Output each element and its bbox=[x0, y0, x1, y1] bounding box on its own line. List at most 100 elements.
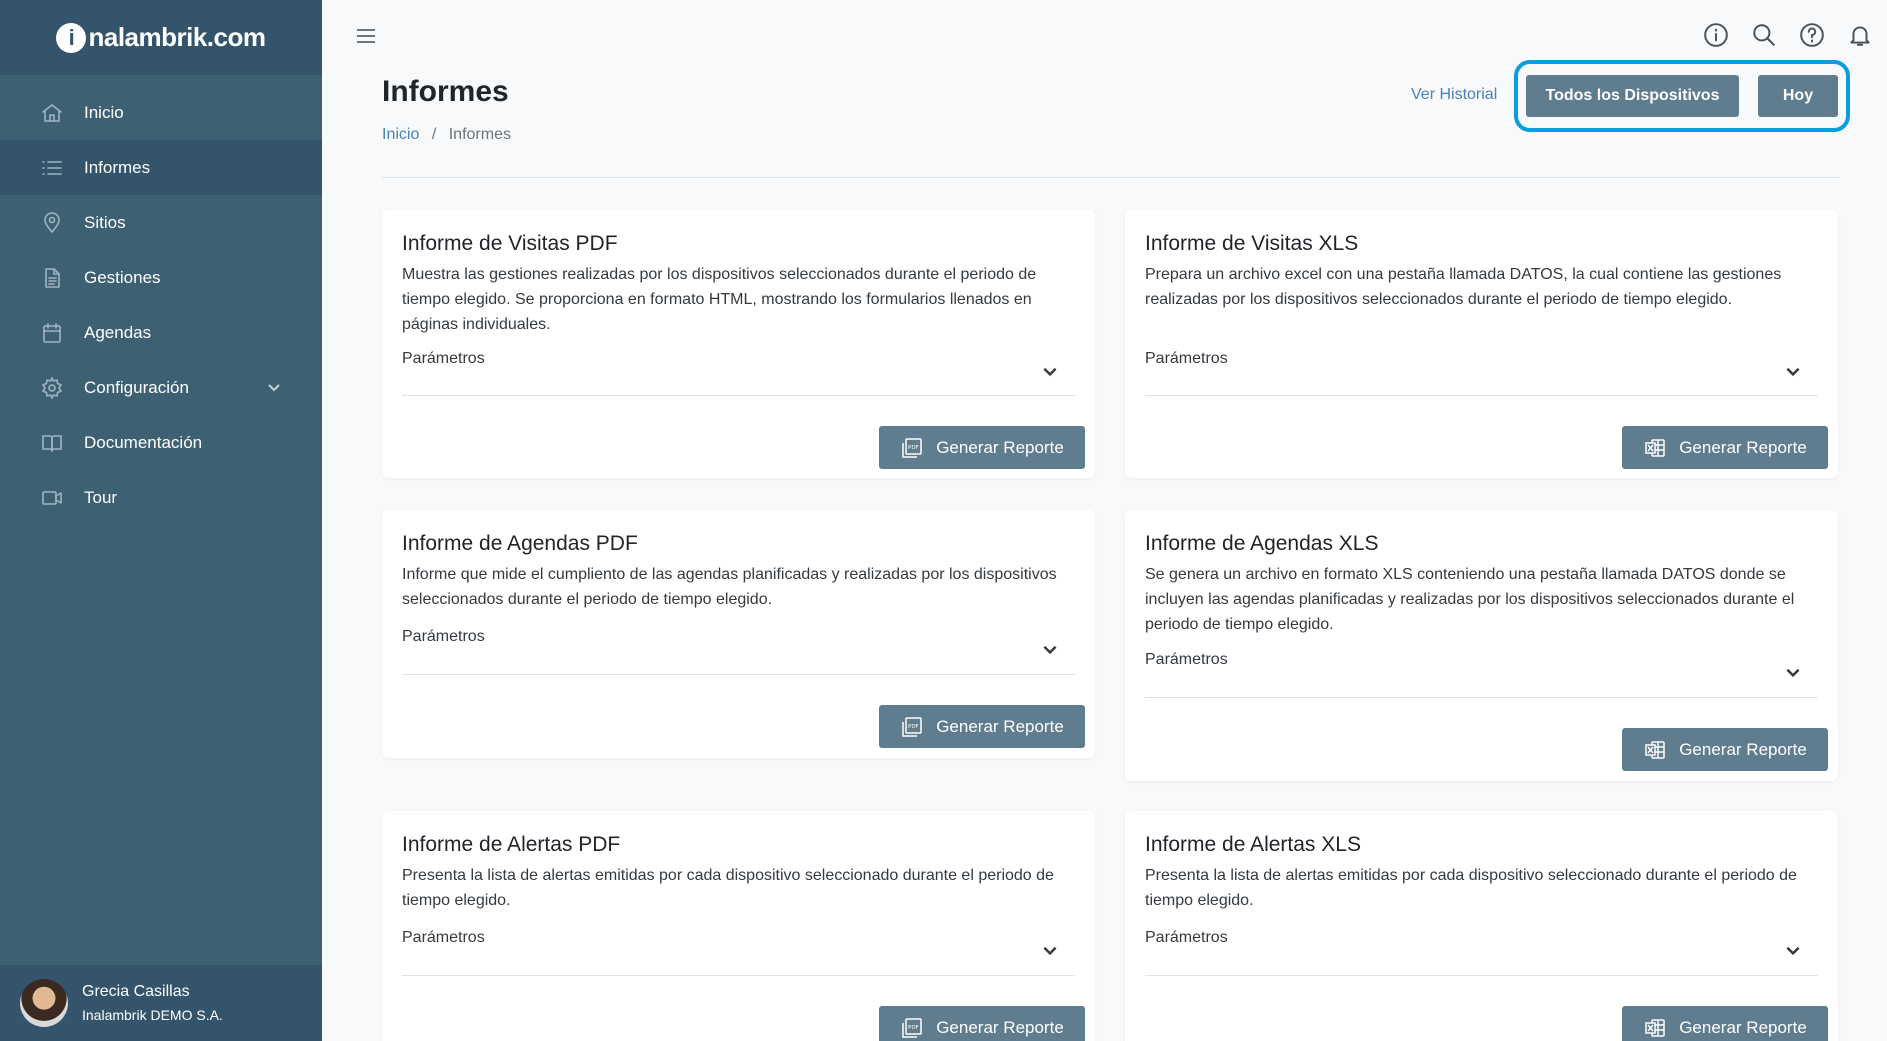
generate-report-button[interactable]: Generar Reporte bbox=[1622, 728, 1828, 771]
generate-report-label: Generar Reporte bbox=[1679, 437, 1807, 457]
sidebar-item-label: Sitios bbox=[84, 212, 126, 232]
sidebar-nav: Inicio Informes Sitios Gestiones Agendas… bbox=[0, 85, 322, 525]
excel-icon bbox=[1645, 438, 1665, 457]
logo[interactable]: i nalambrik.com bbox=[56, 22, 266, 53]
chevron-down-icon[interactable] bbox=[1041, 941, 1059, 964]
user-org: Inalambrik DEMO S.A. bbox=[82, 1007, 223, 1023]
sidebar-item-configuracion[interactable]: Configuración bbox=[0, 360, 322, 415]
params-label[interactable]: Parámetros bbox=[402, 929, 485, 947]
report-card-agendas-xls: Informe de Agendas XLS Se genera un arch… bbox=[1125, 510, 1838, 781]
card-description: Se genera un archivo en formato XLS cont… bbox=[1145, 566, 1795, 633]
generate-report-label: Generar Reporte bbox=[936, 437, 1064, 457]
document-icon bbox=[40, 266, 64, 290]
logo-text: nalambrik.com bbox=[88, 22, 266, 52]
logo-mark: i bbox=[56, 22, 87, 53]
breadcrumb: Inicio / Informes bbox=[382, 126, 511, 144]
ver-historial-link[interactable]: Ver Historial bbox=[1411, 86, 1497, 104]
svg-text:PDF: PDF bbox=[908, 1025, 919, 1031]
sidebar-item-tour[interactable]: Tour bbox=[0, 470, 322, 525]
report-card-alertas-pdf: Informe de Alertas PDF Presenta la lista… bbox=[382, 811, 1095, 1041]
params-label[interactable]: Parámetros bbox=[402, 350, 485, 368]
date-filter-button[interactable]: Hoy bbox=[1758, 75, 1838, 117]
params-divider bbox=[1145, 975, 1818, 976]
book-icon bbox=[40, 431, 64, 455]
generate-report-button[interactable]: Generar Reporte bbox=[1622, 426, 1828, 469]
chevron-down-icon[interactable] bbox=[1784, 663, 1802, 686]
card-title: Informe de Agendas PDF bbox=[402, 532, 638, 555]
avatar[interactable] bbox=[20, 979, 68, 1027]
generate-report-button[interactable]: PDF Generar Reporte bbox=[879, 426, 1085, 469]
chevron-down-icon[interactable] bbox=[1041, 640, 1059, 663]
generate-report-button[interactable]: PDF Generar Reporte bbox=[879, 1006, 1085, 1041]
generate-report-label: Generar Reporte bbox=[936, 1017, 1064, 1037]
logo-area: i nalambrik.com bbox=[0, 0, 322, 75]
sidebar-item-informes[interactable]: Informes bbox=[0, 140, 322, 195]
card-description: Informe que mide el cumpliento de las ag… bbox=[402, 566, 1057, 608]
sidebar-item-agendas[interactable]: Agendas bbox=[0, 305, 322, 360]
generate-report-label: Generar Reporte bbox=[1679, 739, 1807, 759]
generate-report-button[interactable]: Generar Reporte bbox=[1622, 1006, 1828, 1041]
params-divider bbox=[1145, 395, 1818, 396]
card-description: Prepara un archivo excel con una pestaña… bbox=[1145, 266, 1782, 308]
params-divider bbox=[402, 674, 1075, 675]
sidebar-item-label: Configuración bbox=[84, 377, 189, 397]
chevron-down-icon[interactable] bbox=[1784, 362, 1802, 385]
pdf-icon: PDF bbox=[902, 437, 922, 458]
page-title: Informes bbox=[382, 75, 509, 108]
bell-icon[interactable] bbox=[1847, 22, 1873, 53]
hamburger-menu-icon[interactable] bbox=[354, 24, 378, 53]
pdf-icon: PDF bbox=[902, 716, 922, 737]
sidebar-item-label: Informes bbox=[84, 157, 151, 177]
params-label[interactable]: Parámetros bbox=[1145, 651, 1228, 669]
svg-text:PDF: PDF bbox=[908, 724, 919, 730]
generate-report-button[interactable]: PDF Generar Reporte bbox=[879, 705, 1085, 748]
generate-report-label: Generar Reporte bbox=[1679, 1017, 1807, 1037]
search-icon[interactable] bbox=[1751, 22, 1777, 53]
chevron-down-icon[interactable] bbox=[266, 379, 282, 400]
params-label[interactable]: Parámetros bbox=[1145, 350, 1228, 368]
chevron-down-icon[interactable] bbox=[1784, 941, 1802, 964]
video-icon bbox=[40, 486, 64, 510]
card-description: Presenta la lista de alertas emitidas po… bbox=[1145, 867, 1797, 909]
sidebar-item-sitios[interactable]: Sitios bbox=[0, 195, 322, 250]
devices-filter-button[interactable]: Todos los Dispositivos bbox=[1526, 75, 1739, 117]
sidebar-item-label: Gestiones bbox=[84, 267, 161, 287]
sidebar-item-label: Inicio bbox=[84, 102, 124, 122]
params-divider bbox=[402, 395, 1075, 396]
help-icon[interactable] bbox=[1799, 22, 1825, 53]
list-icon bbox=[40, 156, 64, 180]
excel-icon bbox=[1645, 1018, 1665, 1037]
report-card-agendas-pdf: Informe de Agendas PDF Informe que mide … bbox=[382, 510, 1095, 758]
report-card-visitas-xls: Informe de Visitas XLS Prepara un archiv… bbox=[1125, 210, 1838, 478]
home-icon bbox=[40, 101, 64, 125]
sidebar-item-inicio[interactable]: Inicio bbox=[0, 85, 322, 140]
calendar-icon bbox=[40, 321, 64, 345]
sidebar-item-label: Documentación bbox=[84, 432, 203, 452]
card-title: Informe de Alertas PDF bbox=[402, 833, 621, 856]
chevron-down-icon[interactable] bbox=[1041, 362, 1059, 385]
generate-report-label: Generar Reporte bbox=[936, 716, 1064, 736]
params-label[interactable]: Parámetros bbox=[402, 628, 485, 646]
breadcrumb-current: Informes bbox=[448, 126, 511, 143]
params-divider bbox=[402, 975, 1075, 976]
map-pin-icon bbox=[40, 211, 64, 235]
breadcrumb-home-link[interactable]: Inicio bbox=[382, 126, 419, 143]
user-profile[interactable]: Grecia Casillas Inalambrik DEMO S.A. bbox=[0, 965, 322, 1041]
user-name: Grecia Casillas bbox=[82, 983, 190, 1000]
sidebar-item-documentacion[interactable]: Documentación bbox=[0, 415, 322, 470]
params-label[interactable]: Parámetros bbox=[1145, 929, 1228, 947]
card-title: Informe de Visitas PDF bbox=[402, 232, 618, 255]
sidebar-item-label: Agendas bbox=[84, 322, 152, 342]
card-title: Informe de Agendas XLS bbox=[1145, 532, 1379, 555]
excel-icon bbox=[1645, 740, 1665, 759]
gear-icon bbox=[40, 376, 64, 400]
header-divider bbox=[382, 177, 1839, 178]
card-description: Muestra las gestiones realizadas por los… bbox=[402, 266, 1037, 333]
card-title: Informe de Visitas XLS bbox=[1145, 232, 1359, 255]
sidebar-item-gestiones[interactable]: Gestiones bbox=[0, 250, 322, 305]
breadcrumb-separator: / bbox=[431, 126, 437, 143]
sidebar-item-label: Tour bbox=[84, 487, 118, 507]
svg-text:PDF: PDF bbox=[908, 445, 919, 451]
info-icon[interactable] bbox=[1703, 22, 1729, 53]
card-title: Informe de Alertas XLS bbox=[1145, 833, 1361, 856]
